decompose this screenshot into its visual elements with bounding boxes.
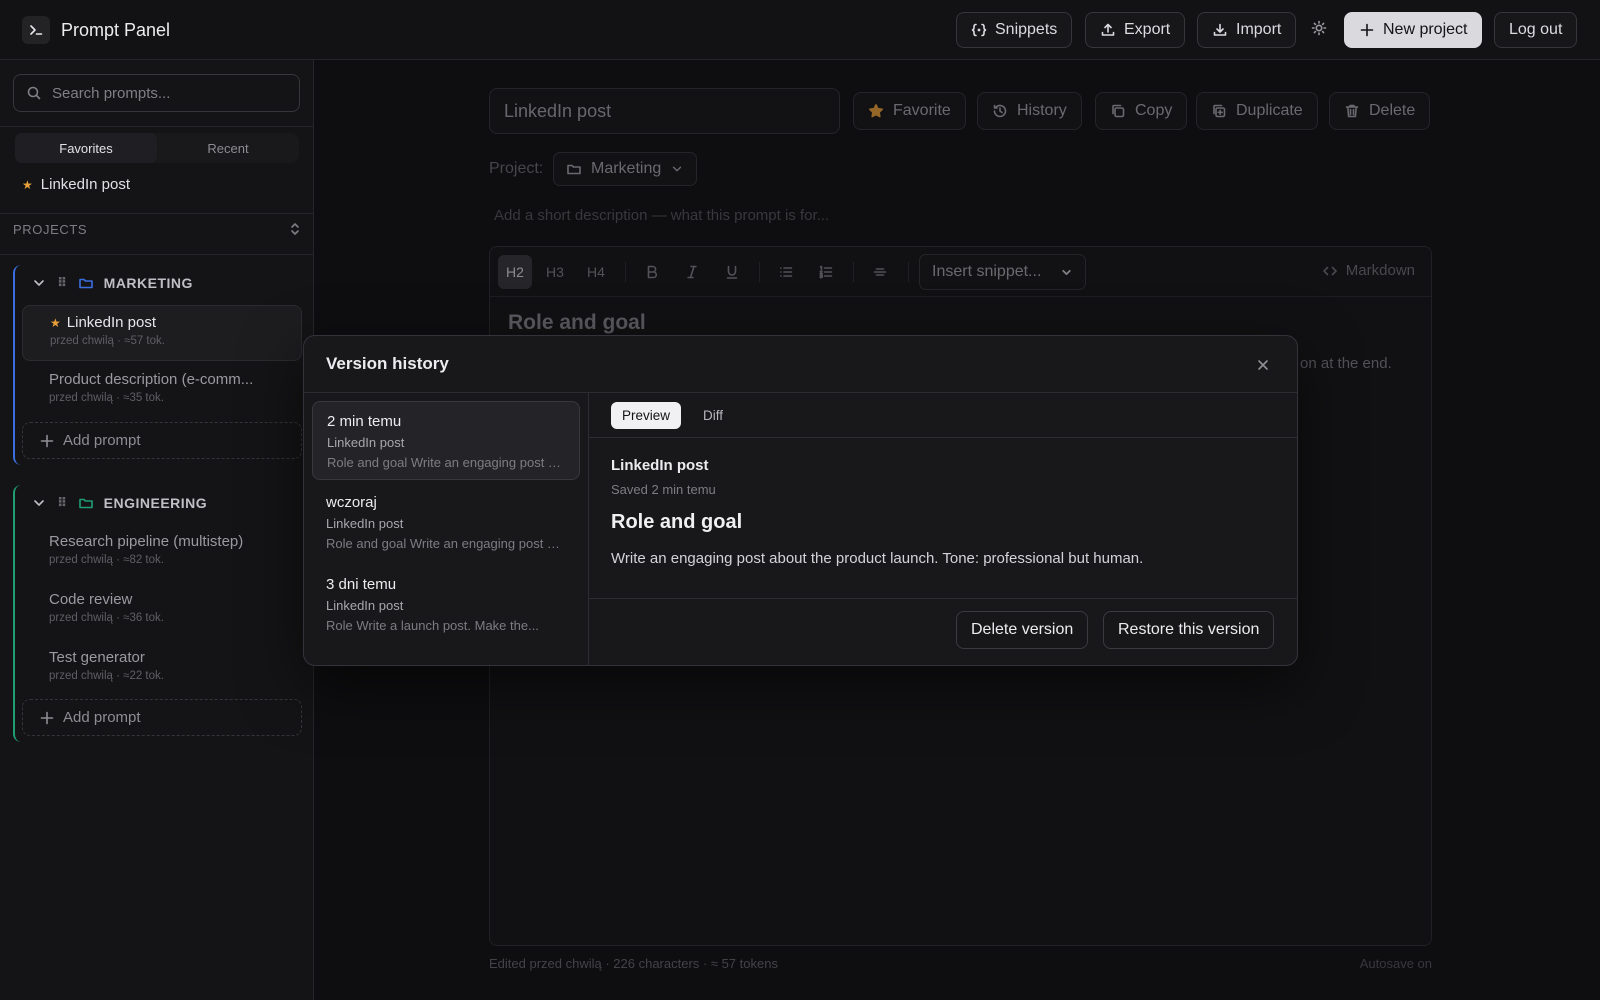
- folder-icon: [78, 495, 94, 511]
- version-preview-pane: Preview Diff LinkedIn post Saved 2 min t…: [589, 393, 1297, 665]
- restore-version-button[interactable]: Restore this version: [1103, 611, 1275, 649]
- sidebar-item-product-description[interactable]: Product description (e-comm... przed chw…: [22, 363, 302, 419]
- star-icon: ★: [22, 177, 33, 192]
- version-item[interactable]: 2 min temu LinkedIn post Role and goal W…: [312, 401, 580, 480]
- project-header-marketing[interactable]: ⠿ MARKETING: [31, 275, 193, 291]
- sort-icon[interactable]: [287, 221, 303, 237]
- preview-tabs: Preview Diff: [589, 393, 1297, 438]
- snippets-button[interactable]: Snippets: [956, 12, 1073, 48]
- sun-icon[interactable]: [1311, 20, 1327, 36]
- new-project-button[interactable]: New project: [1344, 12, 1483, 48]
- tab-recent[interactable]: Recent: [157, 133, 299, 163]
- top-bar: Prompt Panel Snippets Export Import New …: [0, 0, 1600, 60]
- version-item[interactable]: wczoraj LinkedIn post Role and goal Writ…: [312, 483, 580, 562]
- download-icon: [1212, 22, 1228, 38]
- app-title: Prompt Panel: [61, 19, 171, 40]
- logout-button[interactable]: Log out: [1494, 12, 1578, 48]
- plus-icon: [39, 710, 55, 726]
- plus-icon: [1359, 22, 1375, 38]
- project-group-engineering: ⠿ ENGINEERING Research pipeline (multist…: [13, 485, 308, 742]
- version-list: 2 min temu LinkedIn post Role and goal W…: [304, 393, 589, 665]
- delete-version-button[interactable]: Delete version: [956, 611, 1089, 649]
- sidebar-item-research-pipeline[interactable]: Research pipeline (multistep) przed chwi…: [22, 525, 302, 581]
- preview-saved-time: Saved 2 min temu: [611, 482, 716, 497]
- drag-handle-icon[interactable]: ⠿: [57, 275, 68, 291]
- version-history-modal: Version history 2 min temu LinkedIn post…: [303, 335, 1298, 666]
- drag-handle-icon[interactable]: ⠿: [57, 495, 68, 511]
- preview-heading: Role and goal: [611, 511, 743, 533]
- search-input[interactable]: Search prompts...: [13, 74, 300, 112]
- chevron-down-icon[interactable]: [31, 275, 47, 291]
- project-group-marketing: ⠿ MARKETING ★ LinkedIn post przed chwilą …: [13, 265, 308, 465]
- sidebar-tabs: Favorites Recent: [15, 133, 299, 163]
- preview-body: Write an engaging post about the product…: [611, 550, 1144, 567]
- sidebar: Search prompts... Favorites Recent ★ Lin…: [0, 60, 314, 1000]
- sidebar-item-test-generator[interactable]: Test generator przed chwilą · ≈22 tok.: [22, 641, 302, 697]
- upload-icon: [1100, 22, 1116, 38]
- add-prompt-button[interactable]: Add prompt: [22, 422, 302, 459]
- preview-title: LinkedIn post: [611, 457, 709, 474]
- modal-title: Version history: [326, 354, 449, 373]
- sidebar-item-linkedin-post[interactable]: ★ LinkedIn post przed chwilą · ≈57 tok.: [22, 305, 302, 361]
- star-icon: ★: [50, 316, 61, 330]
- tab-favorites[interactable]: Favorites: [15, 133, 157, 163]
- projects-header: PROJECTS: [13, 221, 303, 237]
- search-icon: [26, 85, 42, 101]
- project-header-engineering[interactable]: ⠿ ENGINEERING: [31, 495, 207, 511]
- braces-icon: [971, 22, 987, 38]
- terminal-icon: [22, 16, 50, 44]
- favorite-item[interactable]: ★ LinkedIn post: [22, 176, 130, 193]
- brand: Prompt Panel: [22, 16, 170, 44]
- sidebar-item-code-review[interactable]: Code review przed chwilą · ≈36 tok.: [22, 583, 302, 639]
- tab-diff[interactable]: Diff: [692, 402, 734, 429]
- plus-icon: [39, 433, 55, 449]
- version-item[interactable]: 3 dni temu LinkedIn post Role Write a la…: [312, 565, 580, 644]
- tab-preview[interactable]: Preview: [611, 402, 682, 429]
- chevron-down-icon[interactable]: [31, 495, 47, 511]
- close-icon[interactable]: [1255, 357, 1271, 373]
- add-prompt-button[interactable]: Add prompt: [22, 699, 302, 736]
- export-button[interactable]: Export: [1085, 12, 1186, 48]
- folder-icon: [78, 275, 94, 291]
- import-button[interactable]: Import: [1197, 12, 1297, 48]
